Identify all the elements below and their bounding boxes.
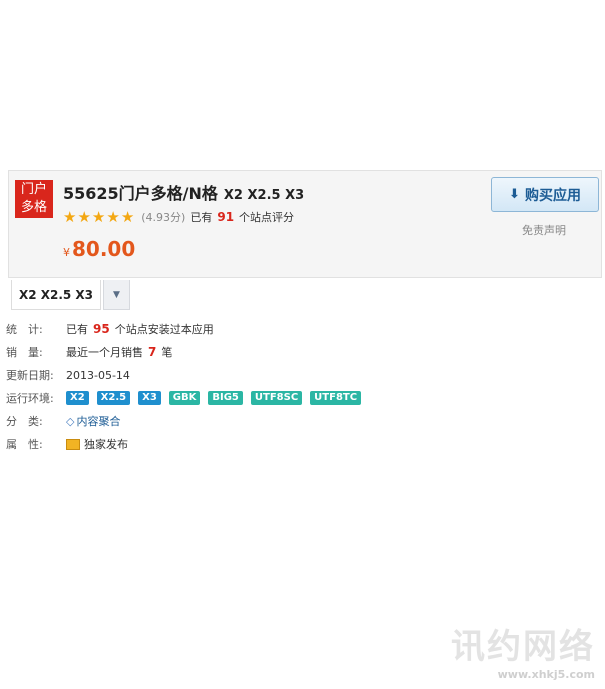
disclaimer-link[interactable]: 免责声明 (522, 222, 566, 238)
app-title-versions: X2 X2.5 X3 (223, 188, 305, 203)
watermark: 讯约网络 www.xhkj5.com (451, 619, 595, 681)
attribute-label: 属 性: (6, 438, 43, 451)
env-label: 运行环境: (6, 392, 54, 405)
env-tag: X2.5 (96, 391, 131, 405)
sales-value: 最近一个月销售 7 笔 (66, 344, 172, 360)
chevron-down-icon: ▼ (113, 289, 120, 300)
info-row-attribute: 属 性: 独家发布 (6, 435, 128, 453)
updated-label: 更新日期: (6, 369, 54, 382)
app-logo-line-2: 多格 (20, 200, 47, 215)
attribute-text: 独家发布 (84, 438, 128, 451)
stats-prefix: 已有 (66, 323, 88, 336)
info-row-updated: 更新日期: 2013-05-14 (6, 366, 130, 384)
attribute-value: 独家发布 (66, 436, 128, 452)
watermark-title: 讯约网络 (451, 627, 595, 667)
app-logo: 门户 多格 (15, 180, 53, 218)
info-row-category: 分 类: ◇ 内容聚合 (6, 412, 120, 430)
star-icon: ★ (77, 208, 91, 226)
sales-prefix: 最近一个月销售 (66, 346, 143, 359)
app-title-text: 55625门户多格/N格 (63, 184, 218, 203)
env-tag: UTF8TC (310, 391, 362, 405)
buy-app-label: 购买应用 (524, 187, 581, 204)
rating-row: ★ ★ ★ ★ ★ (4.93分) 已有 91 个站点评分 (63, 209, 294, 225)
app-logo-line-1: 门户 (20, 182, 47, 197)
rating-suffix: 个站点评分 (239, 211, 295, 224)
app-title: 55625门户多格/N格 X2 X2.5 X3 (63, 180, 304, 204)
info-row-env: 运行环境: X2 X2.5 X3 GBK BIG5 UTF8SC UTF8TC (6, 389, 369, 407)
tag-icon: ◇ (66, 414, 75, 428)
env-tag: BIG5 (208, 391, 243, 405)
rating-stars: ★ ★ ★ ★ ★ (63, 209, 135, 225)
sales-count: 7 (148, 345, 157, 359)
env-tag: X3 (138, 391, 161, 405)
rating-count: 91 (217, 210, 235, 224)
buy-app-button[interactable]: ⬇ 购买应用 (491, 177, 599, 212)
env-tag: UTF8SC (250, 391, 303, 405)
env-tags: X2 X2.5 X3 GBK BIG5 UTF8SC UTF8TC (66, 391, 369, 405)
category-value: ◇ 内容聚合 (66, 413, 120, 429)
version-tab[interactable]: X2 X2.5 X3 (11, 280, 101, 310)
info-row-sales: 销 量: 最近一个月销售 7 笔 (6, 343, 172, 361)
stats-suffix: 个站点安装过本应用 (114, 323, 214, 336)
exclusive-icon (66, 438, 80, 450)
env-tag: GBK (168, 391, 201, 405)
rating-score: (4.93分) (141, 211, 186, 224)
price: ¥80.00 (63, 237, 135, 261)
version-dropdown-button[interactable]: ▼ (103, 280, 130, 310)
info-row-stats: 统 计: 已有 95 个站点安装过本应用 (6, 320, 214, 338)
updated-value: 2013-05-14 (66, 368, 130, 382)
star-icon: ★ (63, 208, 77, 226)
rating-prefix: 已有 (190, 211, 213, 224)
sales-label: 销 量: (6, 346, 43, 359)
stats-count: 95 (93, 322, 110, 336)
env-tag: X2 (66, 391, 89, 405)
star-icon: ★ (106, 208, 120, 226)
stats-value: 已有 95 个站点安装过本应用 (66, 321, 214, 337)
star-icon: ★ (91, 208, 106, 226)
download-icon: ⬇ (509, 187, 520, 202)
watermark-url: www.xhkj5.com (497, 668, 595, 681)
sales-suffix: 笔 (161, 346, 173, 359)
stats-label: 统 计: (6, 323, 43, 336)
category-link[interactable]: 内容聚合 (76, 413, 120, 429)
star-icon: ★ (120, 208, 135, 226)
category-label: 分 类: (6, 415, 43, 428)
price-value: 80.00 (72, 237, 136, 261)
price-currency: ¥ (63, 246, 70, 259)
